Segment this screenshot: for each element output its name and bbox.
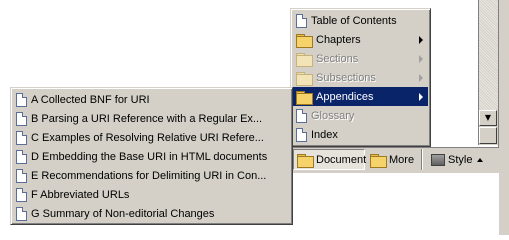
submenu-arrow-icon (419, 55, 423, 63)
menu-item-table-of-contents[interactable]: Table of Contents (293, 11, 428, 30)
submenu-item-label: C Examples of Resolving Relative URI Ref… (31, 131, 264, 144)
scrollbar-corner (479, 127, 497, 144)
submenu-item-g[interactable]: G Summary of Non-editorial Changes (13, 204, 290, 223)
menu-item-glossary[interactable]: Glossary (293, 106, 428, 125)
document-icon (16, 149, 27, 164)
document-icon (296, 108, 307, 123)
submenu-arrow-icon (419, 93, 423, 101)
menu-item-label: Glossary (311, 109, 355, 122)
menu-item-label: Index (311, 128, 338, 141)
bookmark-menu: Table of Contents Chapters Sections Subs… (290, 8, 431, 147)
menu-item-appendices[interactable]: Appendices (293, 87, 428, 106)
submenu-item-label: A Collected BNF for URI (31, 93, 150, 106)
submenu-item-e[interactable]: E Recommendations for Delimiting URI in … (13, 166, 290, 185)
submenu-item-label: D Embedding the Base URI in HTML documen… (31, 150, 268, 163)
folder-open-icon (296, 90, 313, 105)
style-button[interactable]: Style (428, 149, 488, 170)
folder-icon (296, 71, 313, 86)
window-edge (498, 0, 509, 235)
submenu-item-label: B Parsing a URI Reference with a Regular… (31, 112, 263, 125)
appendices-submenu: A Collected BNF for URI B Parsing a URI … (10, 87, 293, 225)
style-icon (431, 153, 445, 166)
submenu-item-f[interactable]: F Abbreviated URLs (13, 185, 290, 204)
scrollbar-track[interactable] (479, 0, 498, 110)
menu-item-label: Chapters (316, 33, 361, 46)
document-icon (16, 187, 27, 202)
menu-item-index[interactable]: Index (293, 125, 428, 144)
submenu-item-label: G Summary of Non-editorial Changes (31, 207, 215, 220)
folder-icon (370, 153, 387, 168)
document-icon (16, 206, 27, 221)
menu-item-label: Subsections (316, 71, 376, 84)
submenu-item-label: F Abbreviated URLs (31, 188, 130, 201)
style-button-label: Style (448, 153, 473, 166)
document-icon (16, 111, 27, 126)
menu-item-subsections[interactable]: Subsections (293, 68, 428, 87)
menu-item-chapters[interactable]: Chapters (293, 30, 428, 49)
document-icon (16, 168, 27, 183)
content-area (290, 173, 499, 235)
more-button[interactable]: More (367, 149, 417, 170)
document-icon (296, 13, 307, 28)
submenu-arrow-icon (419, 36, 423, 44)
folder-open-icon (297, 153, 314, 168)
menu-item-sections[interactable]: Sections (293, 49, 428, 68)
menu-item-label: Sections (316, 52, 359, 65)
folder-icon (296, 33, 313, 48)
scroll-down-button[interactable]: ▼ (479, 110, 497, 126)
document-icon (16, 92, 27, 107)
document-icon (16, 130, 27, 145)
arrow-up-icon (477, 157, 484, 162)
menu-item-label: Appendices (316, 90, 374, 103)
more-button-label: More (389, 153, 415, 166)
document-button[interactable]: Document (293, 149, 367, 170)
folder-icon (296, 52, 313, 67)
submenu-arrow-icon (419, 74, 423, 82)
submenu-item-a[interactable]: A Collected BNF for URI (13, 90, 290, 109)
document-icon (296, 127, 307, 142)
toolbar-separator (421, 149, 423, 170)
menu-item-label: Table of Contents (311, 14, 397, 27)
submenu-item-d[interactable]: D Embedding the Base URI in HTML documen… (13, 147, 290, 166)
submenu-item-c[interactable]: C Examples of Resolving Relative URI Ref… (13, 128, 290, 147)
document-button-label: Document (316, 153, 367, 166)
submenu-item-label: E Recommendations for Delimiting URI in … (31, 169, 267, 182)
submenu-item-b[interactable]: B Parsing a URI Reference with a Regular… (13, 109, 290, 128)
vertical-scrollbar[interactable]: ▼ (478, 0, 498, 145)
